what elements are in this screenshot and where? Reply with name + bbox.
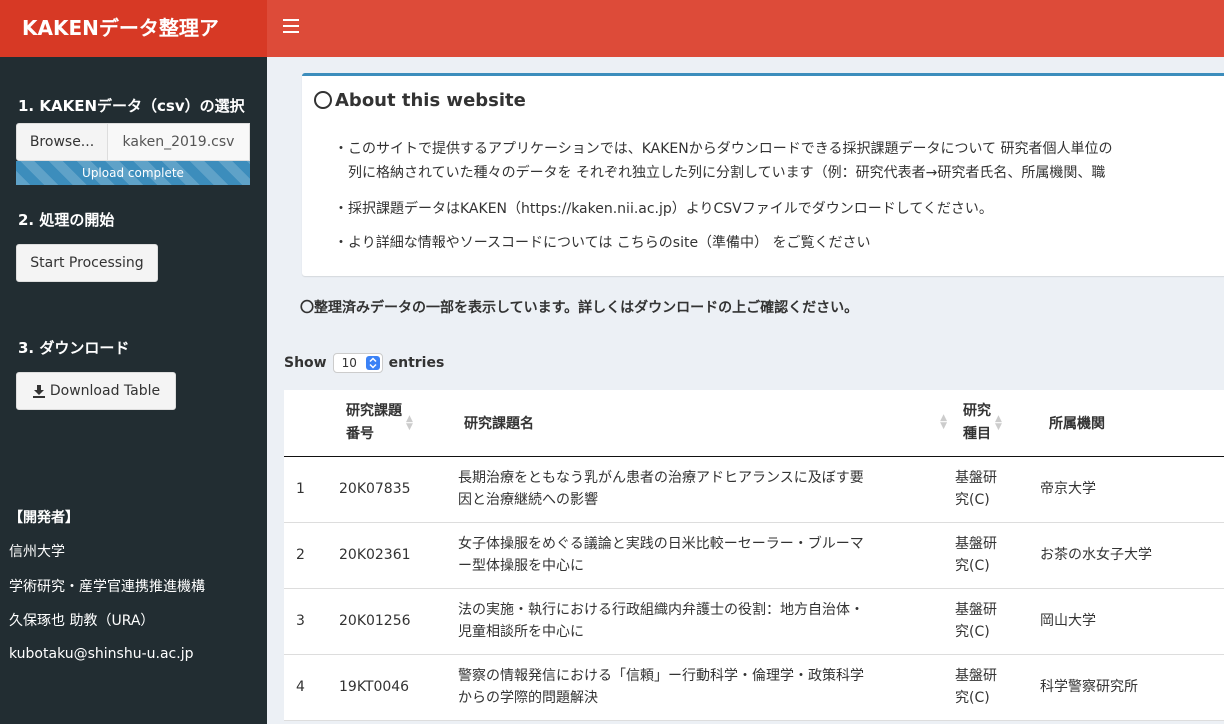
select-arrow-icon [365, 356, 380, 370]
row-index: 1 [284, 456, 336, 523]
download-label: Download Table [49, 383, 161, 399]
table-row[interactable]: 2 20K02361 女子体操服をめぐる議論と実践の日米比較ーセーラー・ブルーマ… [284, 522, 1224, 589]
row-id: 19KT0046 [336, 654, 446, 721]
row-id: 20K02361 [336, 522, 446, 589]
row-title: 法の実施・執行における行政組織内弁護士の役割：地方自治体・ 児童相談所を中心に [446, 588, 953, 655]
about-line-4: ・より詳細な情報やソースコードについては こちらのsite（準備中） をご覧くだ… [334, 235, 871, 251]
entries-select[interactable]: 10 [332, 353, 383, 373]
entries-label: entries [388, 355, 445, 371]
col-title-header[interactable]: 研究課題名 ▲ ▼ [446, 390, 953, 457]
file-name-field: kaken_2019.csv [108, 123, 250, 161]
row-index: 2 [284, 522, 336, 589]
row-title: 長期治療をともなう乳がん患者の治療アドヒアランスに及ぼす要 因と治療継続への影響 [446, 456, 953, 523]
row-institution: 帝京大学 [1037, 456, 1224, 523]
about-line-1: ・このサイトで提供するアプリケーションでは、KAKENからダウンロードできる採択… [334, 141, 1113, 157]
col-type-header[interactable]: 研究 種目▲ ▼ [953, 390, 1037, 457]
about-line-3: ・採択課題データはKAKEN（https://kaken.nii.ac.jp）よ… [334, 201, 993, 217]
sidebar-toggle-icon[interactable] [283, 19, 299, 37]
col-institution-header[interactable]: 所属機関 [1037, 390, 1224, 457]
row-title: 警察の情報発信における「信頼」ー行動科学・倫理学・政策科学 からの学際的問題解決 [446, 654, 953, 721]
start-processing-button[interactable]: Start Processing [16, 244, 158, 282]
about-box: About this website ・このサイトで提供するアプリケーションでは… [302, 73, 1224, 276]
developer-org2: 学術研究・産学官連携推進機構 [9, 579, 205, 595]
developer-org1: 信州大学 [9, 544, 65, 560]
file-input-group[interactable]: Browse... kaken_2019.csv [16, 123, 250, 161]
row-institution: 科学警察研究所 [1037, 654, 1224, 721]
row-institution: 岡山大学 [1037, 588, 1224, 655]
developer-heading: 【開発者】 [9, 510, 79, 526]
row-type: 基盤研 究(C) [953, 654, 1037, 721]
about-line-2: 列に格納されていた種々のデータを それぞれ独立した列に分割しています（例：研究代… [348, 165, 1106, 181]
table-row[interactable]: 1 20K07835 長期治療をともなう乳がん患者の治療アドヒアランスに及ぼす要… [284, 456, 1224, 523]
entries-value: 10 [341, 356, 357, 370]
sort-icon[interactable]: ▲ ▼ [406, 414, 413, 431]
circle-icon [314, 91, 332, 109]
results-table: 研究課題 番号▲ ▼ 研究課題名 ▲ ▼ 研究 種目▲ ▼ 所属機関 1 20K07835 … [284, 390, 1224, 721]
show-label: Show [284, 355, 327, 371]
upload-progress-bar: Upload complete [16, 161, 250, 185]
data-notice: 〇整理済みデータの一部を表示しています。詳しくはダウンロードの上ご確認ください。 [300, 300, 859, 316]
top-navbar [267, 0, 1224, 57]
entries-control: Show 10 entries [284, 353, 444, 373]
row-type: 基盤研 究(C) [953, 588, 1037, 655]
step2-label: 2. 処理の開始 [18, 211, 115, 229]
row-index: 3 [284, 588, 336, 655]
sidebar: 1. KAKENデータ（csv）の選択 Browse... kaken_2019… [0, 57, 267, 724]
sort-icon[interactable]: ▲ ▼ [940, 414, 947, 431]
row-id: 20K07835 [336, 456, 446, 523]
table-header-row: 研究課題 番号▲ ▼ 研究課題名 ▲ ▼ 研究 種目▲ ▼ 所属機関 [284, 390, 1224, 457]
developer-name: 久保琢也 助教（URA） [9, 613, 155, 629]
download-table-button[interactable]: Download Table [16, 372, 176, 410]
row-institution: お茶の水女子大学 [1037, 522, 1224, 589]
row-index: 4 [284, 654, 336, 721]
row-type: 基盤研 究(C) [953, 522, 1037, 589]
step1-label: 1. KAKENデータ（csv）の選択 [18, 97, 245, 115]
row-type: 基盤研 究(C) [953, 456, 1037, 523]
developer-email: kubotaku@shinshu-u.ac.jp [9, 646, 194, 662]
col-id-header[interactable]: 研究課題 番号▲ ▼ [336, 390, 446, 457]
row-id: 20K01256 [336, 588, 446, 655]
table-row[interactable]: 3 20K01256 法の実施・執行における行政組織内弁護士の役割：地方自治体・… [284, 588, 1224, 655]
row-title: 女子体操服をめぐる議論と実践の日米比較ーセーラー・ブルーマ ー型体操服を中心に [446, 522, 953, 589]
about-title: About this website [314, 90, 526, 111]
app-logo[interactable]: KAKENデータ整理ア [0, 0, 267, 57]
col-index-header [284, 390, 336, 457]
browse-button[interactable]: Browse... [16, 123, 108, 161]
sort-icon[interactable]: ▲ ▼ [995, 414, 1002, 431]
table-row[interactable]: 4 19KT0046 警察の情報発信における「信頼」ー行動科学・倫理学・政策科学… [284, 654, 1224, 721]
step3-label: 3. ダウンロード [18, 339, 130, 357]
download-icon [32, 385, 45, 398]
